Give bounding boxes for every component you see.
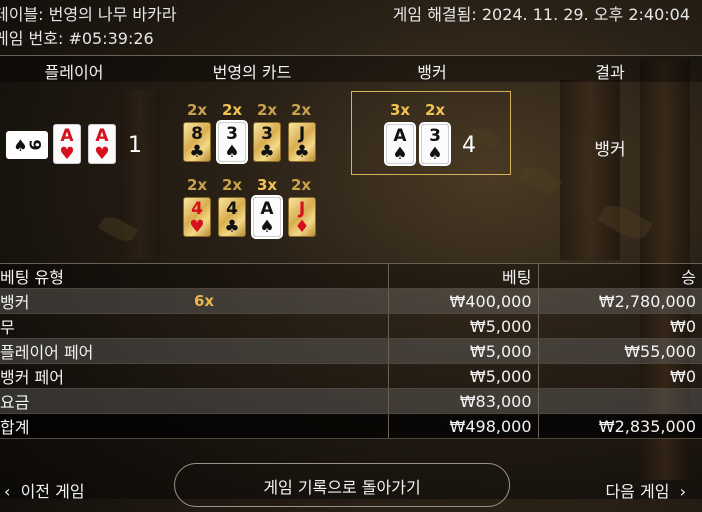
- player-flipped-card: ♠ 9: [6, 131, 48, 159]
- bet-type: 뱅커 페어: [0, 363, 388, 389]
- heart-icon: ♥: [59, 144, 75, 164]
- bet-amount: ₩5,000: [387, 363, 538, 389]
- spade-icon: ♠: [392, 144, 408, 164]
- spade-icon: ♠: [427, 144, 443, 164]
- next-game-button[interactable]: 다음 게임 ›: [605, 478, 686, 502]
- club-icon: ♣: [294, 142, 310, 162]
- fortune-mult: 2x: [221, 176, 243, 194]
- card-rank: J: [298, 199, 306, 219]
- fortune-card: 4 ♣: [218, 197, 246, 237]
- card-rank: 4: [191, 199, 203, 219]
- bet-amount: ₩5,000: [387, 338, 538, 364]
- fortune-mult: 2x: [256, 101, 278, 119]
- fortune-card-selected: A ♠: [251, 195, 283, 239]
- fortune-card: 4 ♥: [183, 197, 211, 237]
- bet-type: 요금: [0, 388, 388, 414]
- win-amount: ₩55,000: [537, 338, 702, 364]
- spade-icon: ♠: [224, 142, 240, 162]
- card-rank: A: [393, 126, 407, 146]
- card-rank: 3: [226, 124, 238, 144]
- diamond-icon: ♦: [294, 217, 310, 237]
- bet-amount: ₩498,000: [387, 413, 538, 439]
- fortune-card: J ♣: [288, 122, 316, 162]
- col-fortune-cards: 번영의 카드: [212, 63, 292, 82]
- col-banker: 뱅커: [417, 63, 447, 82]
- next-game-label: 다음 게임: [605, 482, 670, 501]
- bets-table: 베팅 유형 베팅 승 뱅커 6x ₩400,000 ₩2,780,000 무 ₩5…: [0, 263, 702, 439]
- previous-game-label: 이전 게임: [20, 482, 85, 501]
- fortune-mult: 2x: [186, 101, 208, 119]
- table-row: 요금 ₩83,000: [0, 388, 702, 414]
- bet-type: 무: [0, 313, 388, 339]
- win-amount: ₩2,835,000: [537, 413, 702, 439]
- table-row: 뱅커 6x ₩400,000 ₩2,780,000: [0, 288, 702, 314]
- table-row: 플레이어 페어 ₩5,000 ₩55,000: [0, 338, 702, 364]
- fortune-mult: 2x: [290, 101, 312, 119]
- card-rank: A: [95, 126, 109, 146]
- bets-table-header: 베팅 유형 베팅 승: [0, 263, 702, 289]
- fortune-card: 8 ♣: [183, 122, 211, 162]
- club-icon: ♣: [259, 142, 275, 162]
- bet-type: 플레이어 페어: [0, 338, 388, 364]
- spade-icon: ♠: [259, 217, 275, 237]
- header-win: 승: [537, 263, 702, 289]
- card-rank: A: [260, 199, 274, 219]
- fortune-card-selected: 3 ♠: [216, 120, 248, 164]
- header-bet-type: 베팅 유형: [0, 263, 388, 289]
- win-amount: ₩0: [537, 363, 702, 389]
- fortune-card: 3 ♣: [253, 122, 281, 162]
- fortune-mult: 2x: [221, 101, 243, 119]
- total-row: 합계 ₩498,000 ₩2,835,000: [0, 413, 702, 439]
- previous-game-button[interactable]: ‹ 이전 게임: [4, 478, 85, 502]
- banker-score: 4: [462, 133, 476, 158]
- bet-type: 뱅커: [0, 293, 30, 312]
- bet-type: 합계: [0, 413, 388, 439]
- back-to-history-label: 게임 기록으로 돌아가기: [263, 478, 421, 497]
- chevron-right-icon: ›: [669, 482, 686, 501]
- card-rank: A: [60, 126, 74, 146]
- header-bet: 베팅: [387, 263, 538, 289]
- bet-amount: ₩83,000: [387, 388, 538, 414]
- club-icon: ♣: [224, 217, 240, 237]
- table-name: 테이블: 번영의 나무 바카라: [0, 5, 177, 24]
- win-amount: [537, 388, 702, 414]
- card-rank: J: [298, 124, 306, 144]
- win-amount: ₩2,780,000: [537, 288, 702, 314]
- club-icon: ♣: [189, 142, 205, 162]
- card-rank: 8: [191, 124, 203, 144]
- banker-mult: 2x: [424, 101, 446, 119]
- table-row: 뱅커 페어 ₩5,000 ₩0: [0, 363, 702, 389]
- bet-multiplier: 6x: [194, 292, 215, 310]
- game-result: 뱅커: [594, 140, 626, 160]
- player-score: 1: [128, 133, 142, 158]
- game-number: 게임 번호: #05:39:26: [0, 29, 154, 48]
- player-card-2: A ♥: [88, 124, 116, 164]
- fortune-mult: 3x: [256, 176, 278, 194]
- bet-amount: ₩5,000: [387, 313, 538, 339]
- chevron-left-icon: ‹: [4, 482, 21, 501]
- banker-card-1: A ♠: [384, 122, 416, 166]
- fortune-card: J ♦: [288, 197, 316, 237]
- footer-nav: ‹ 이전 게임 게임 기록으로 돌아가기 다음 게임 ›: [0, 463, 702, 507]
- outcome-column-headers: 플레이어 번영의 카드 뱅커 결과: [0, 55, 702, 82]
- fortune-mult: 2x: [290, 176, 312, 194]
- card-rank: 4: [226, 199, 238, 219]
- card-rank: 3: [261, 124, 273, 144]
- player-card-1: A ♥: [53, 124, 81, 164]
- game-header: 테이블: 번영의 나무 바카라 게임 번호: #05:39:26 게임 해결됨:…: [0, 0, 702, 52]
- col-result: 결과: [595, 63, 625, 82]
- banker-card-2: 3 ♠: [419, 122, 451, 166]
- flipped-card-rank: 9: [25, 138, 45, 152]
- fortune-mult: 2x: [186, 176, 208, 194]
- banker-mult: 3x: [389, 101, 411, 119]
- heart-icon: ♥: [189, 217, 205, 237]
- table-row: 무 ₩5,000 ₩0: [0, 313, 702, 339]
- settled-time: 게임 해결됨: 2024. 11. 29. 오후 2:40:04: [392, 5, 690, 24]
- win-amount: ₩0: [537, 313, 702, 339]
- bet-amount: ₩400,000: [387, 288, 538, 314]
- col-player: 플레이어: [44, 63, 104, 82]
- back-to-history-button[interactable]: 게임 기록으로 돌아가기: [174, 463, 510, 507]
- heart-icon: ♥: [94, 144, 110, 164]
- card-rank: 3: [429, 126, 441, 146]
